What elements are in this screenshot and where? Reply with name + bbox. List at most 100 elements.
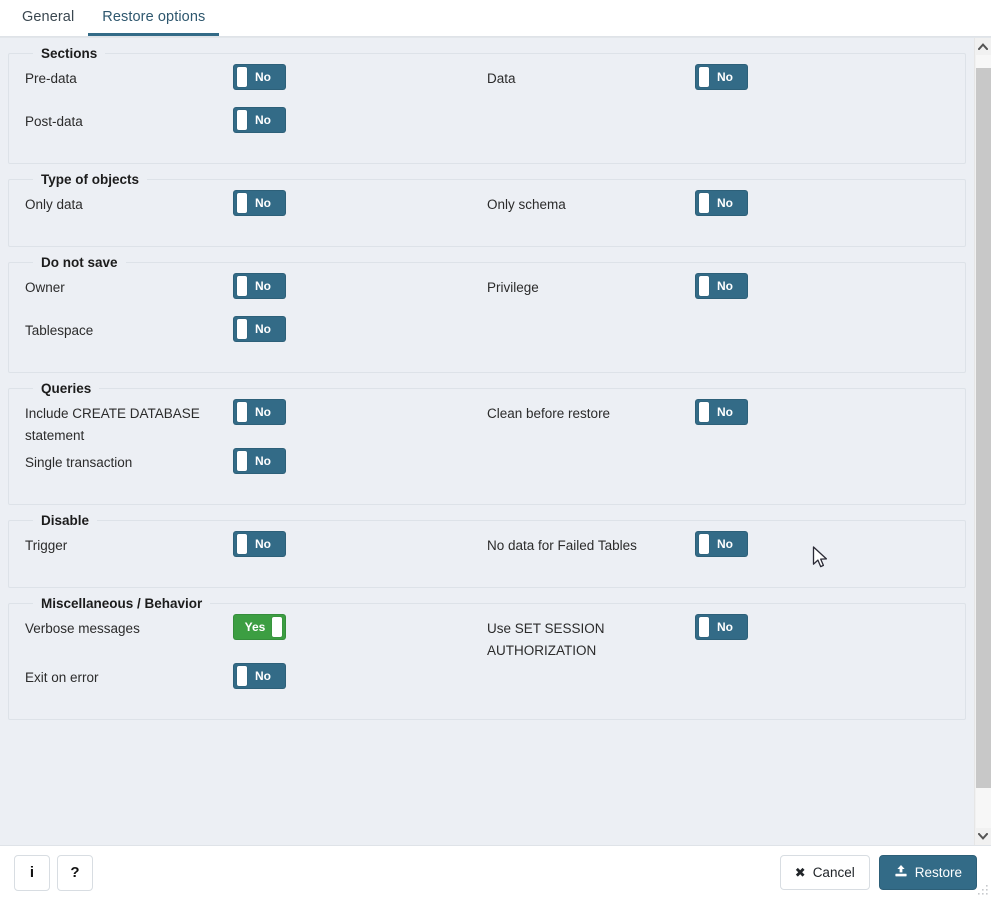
option-use-set-session-authorization: Use SET SESSION AUTHORIZATION No <box>487 613 949 662</box>
vertical-scrollbar[interactable] <box>974 38 991 845</box>
toggle-no-data-for-failed-tables[interactable]: No <box>695 531 748 557</box>
option-no-data-for-failed-tables: No data for Failed Tables No <box>487 530 949 573</box>
toggle-verbose-messages[interactable]: Yes <box>233 614 286 640</box>
option-label: Trigger <box>25 538 68 553</box>
option-row: Post-data No <box>25 106 949 149</box>
toggle-trigger[interactable]: No <box>233 531 286 557</box>
option-row: Include CREATE DATABASE statement No Clean… <box>25 398 949 447</box>
option-row: Pre-data No Data No <box>25 63 949 106</box>
toggle-value: No <box>255 669 271 683</box>
toggle-clean-before-restore[interactable]: No <box>695 399 748 425</box>
option-control: No <box>233 530 286 560</box>
toggle-exit-on-error[interactable]: No <box>233 663 286 689</box>
restore-dialog: General Restore options Sections Pre-data N… <box>0 0 991 899</box>
section-queries: Queries Include CREATE DATABASE statement… <box>8 381 966 505</box>
toggle-value: No <box>717 620 733 634</box>
option-label: Single transaction <box>25 455 133 470</box>
option-row: Tablespace No <box>25 315 949 358</box>
dialog-body: Sections Pre-data No Data No Post-data No Type … <box>0 37 991 845</box>
restore-options-scrollarea: Sections Pre-data No Data No Post-data No Type … <box>0 38 974 845</box>
section-type-of-objects: Type of objects Only data No Only schema No <box>8 172 966 247</box>
tab-label: Restore options <box>102 8 206 25</box>
toggle-value: Yes <box>244 620 266 634</box>
option-row: Trigger No No data for Failed Tables No <box>25 530 949 573</box>
toggle-only-schema[interactable]: No <box>695 190 748 216</box>
toggle-owner[interactable]: No <box>233 273 286 299</box>
option-owner: Owner No <box>25 272 487 315</box>
toggle-value: No <box>255 279 271 293</box>
option-control: No <box>233 189 286 219</box>
toggle-value: No <box>717 537 733 551</box>
toggle-value: No <box>255 322 271 336</box>
cross-icon: ✖ <box>794 865 806 880</box>
toggle-value: No <box>255 405 271 419</box>
option-cell-empty <box>487 106 949 149</box>
option-exit-on-error: Exit on error No <box>25 662 487 705</box>
scrollbar-thumb[interactable] <box>976 68 991 788</box>
option-data: Data No <box>487 63 949 106</box>
option-label: Pre-data <box>25 71 77 86</box>
option-control: Yes <box>233 613 286 643</box>
toggle-single-transaction[interactable]: No <box>233 448 286 474</box>
toggle-pre-data[interactable]: No <box>233 64 286 90</box>
option-label: Privilege <box>487 280 539 295</box>
section-title: Type of objects <box>41 172 140 187</box>
toggle-value: No <box>255 454 271 468</box>
toggle-use-set-session-authorization[interactable]: No <box>695 614 748 640</box>
tab-restore-options[interactable]: Restore options <box>88 0 220 36</box>
option-row: Single transaction No <box>25 447 949 490</box>
option-include-create-database-statement: Include CREATE DATABASE statement No <box>25 398 487 447</box>
resize-grip-icon[interactable] <box>976 884 989 897</box>
scroll-down-button[interactable] <box>975 828 991 845</box>
option-cell-empty <box>487 447 949 490</box>
toggle-post-data[interactable]: No <box>233 107 286 133</box>
toggle-value: No <box>717 405 733 419</box>
toggle-value: No <box>717 70 733 84</box>
tab-general[interactable]: General <box>8 0 88 36</box>
option-control: No <box>233 447 286 477</box>
option-control: No <box>233 398 286 428</box>
option-label: Only schema <box>487 197 566 212</box>
option-control: No <box>695 63 748 93</box>
toggle-only-data[interactable]: No <box>233 190 286 216</box>
section-miscellaneous-behavior: Miscellaneous / Behavior Verbose messages… <box>8 596 966 720</box>
option-row: Only data No Only schema No <box>25 189 949 232</box>
section-rows: Include CREATE DATABASE statement No Clean… <box>25 398 949 490</box>
option-control: No <box>233 63 286 93</box>
toggle-tablespace[interactable]: No <box>233 316 286 342</box>
option-label: Use SET SESSION AUTHORIZATION <box>487 621 605 658</box>
toggle-value: No <box>255 537 271 551</box>
option-verbose-messages: Verbose messages Yes <box>25 613 487 656</box>
upload-icon <box>894 864 908 881</box>
option-pre-data: Pre-data No <box>25 63 487 106</box>
help-button[interactable]: ? <box>57 854 93 891</box>
toggle-value: No <box>255 113 271 127</box>
option-only-schema: Only schema No <box>487 189 949 232</box>
option-post-data: Post-data No <box>25 106 487 149</box>
toggle-include-create-database-statement[interactable]: No <box>233 399 286 425</box>
option-single-transaction: Single transaction No <box>25 447 487 490</box>
option-label: Owner <box>25 280 65 295</box>
option-control: No <box>695 398 748 428</box>
info-button[interactable]: i <box>14 854 50 891</box>
section-rows: Only data No Only schema No <box>25 189 949 232</box>
section-title: Sections <box>41 46 98 61</box>
option-cell-empty <box>487 662 949 705</box>
tab-label: General <box>22 8 75 25</box>
toggle-value: No <box>255 70 271 84</box>
cancel-button[interactable]: ✖ Cancel <box>779 855 870 890</box>
option-control: No <box>695 530 748 560</box>
restore-button[interactable]: Restore <box>878 855 977 890</box>
cancel-button-label: Cancel <box>812 865 855 880</box>
restore-button-label: Restore <box>914 865 962 880</box>
scroll-up-button[interactable] <box>975 38 991 55</box>
toggle-data[interactable]: No <box>695 64 748 90</box>
toggle-privilege[interactable]: No <box>695 273 748 299</box>
section-rows: Pre-data No Data No Post-data No <box>25 63 949 149</box>
section-title: Disable <box>41 513 90 528</box>
chevron-down-icon <box>978 833 988 840</box>
option-label: Only data <box>25 197 83 212</box>
option-control: No <box>233 315 286 345</box>
chevron-up-icon <box>978 43 988 50</box>
option-control: No <box>233 662 286 692</box>
